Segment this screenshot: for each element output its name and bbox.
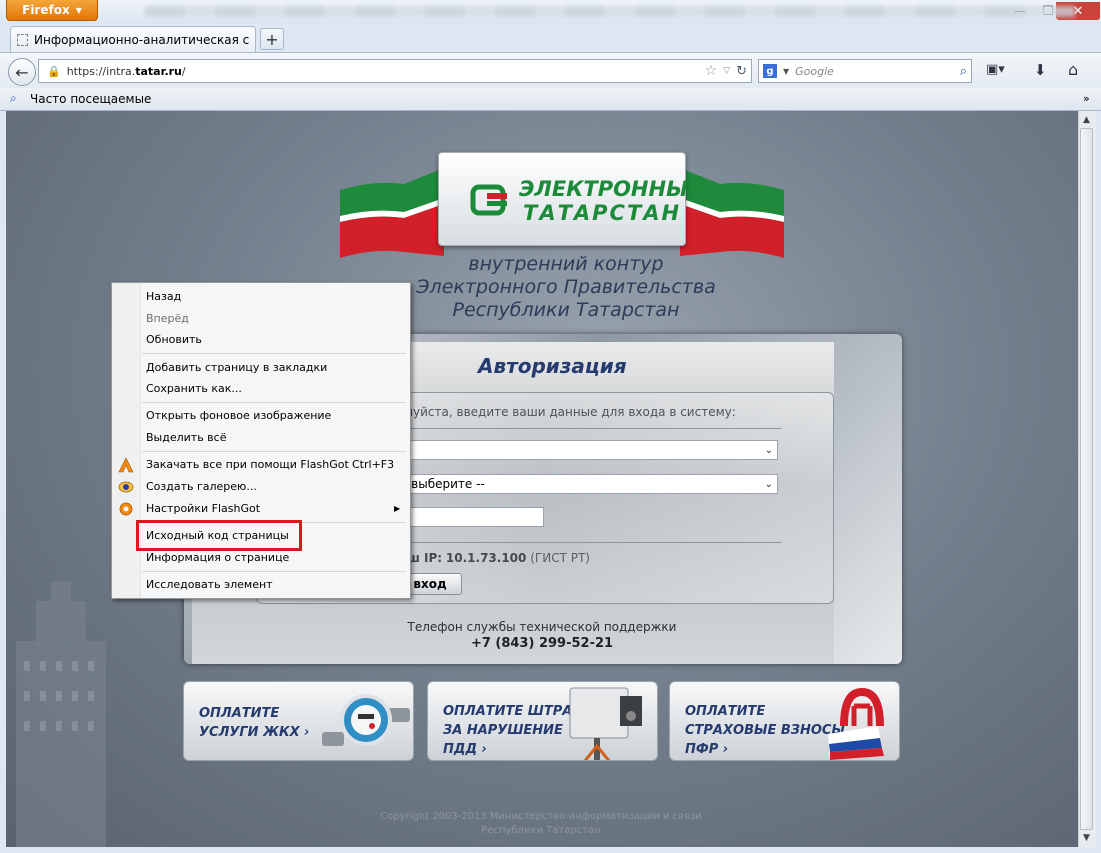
form-divider (398, 542, 782, 543)
home-icon[interactable]: ⌂ (1068, 60, 1078, 79)
menu-item-flashgot-settings[interactable]: Настройки FlashGot (146, 499, 260, 519)
service-label: УСЛУГИ ЖКХ › (199, 725, 310, 740)
water-meter-icon (322, 694, 410, 746)
search-engine-dropdown-icon[interactable]: ▼ (783, 67, 789, 76)
menu-separator (142, 571, 406, 572)
electronic-tatarstan-logo[interactable]: ЭЛЕКТРОННЫЙ ТАТАРСТАН (438, 152, 705, 246)
menu-item-forward: Вперёд (146, 312, 189, 325)
tab-active[interactable]: Информационно-аналитическая сист... (10, 26, 256, 52)
back-arrow-icon: ← (15, 62, 29, 82)
menu-item-select-all[interactable]: Выделить всё (146, 428, 226, 448)
tab-title: Информационно-аналитическая сист... (34, 32, 249, 47)
logo-text-line1: ЭЛЕКТРОННЫЙ (519, 177, 706, 201)
search-bar[interactable]: g ▼ Google ⌕ (758, 59, 972, 83)
lock-icon: 🔒 (47, 64, 61, 78)
pay-utilities-button[interactable]: ОПЛАТИТЕ УСЛУГИ ЖКХ › (183, 681, 414, 761)
logo-text-line2: ТАТАРСТАН (523, 201, 682, 225)
bookmark-folder-icon: ⌕ (10, 91, 17, 105)
form-divider (398, 428, 782, 429)
menu-item-reload[interactable]: Обновить (146, 330, 202, 350)
search-icon[interactable]: ⌕ (960, 64, 967, 79)
menu-separator (142, 353, 406, 354)
ip-address-info: аш IP: 10.1.73.100 (ГИСТ РТ) (399, 551, 590, 565)
menu-item-bookmark-page[interactable]: Добавить страницу в закладки (146, 358, 327, 378)
service-label: ОПЛАТИТЕ (199, 706, 280, 721)
support-phone: +7 (843) 299-52-21 (470, 636, 614, 651)
menu-item-flashgot-shortcut: Ctrl+F3 (352, 458, 395, 471)
tatarstan-flag-ribbon-left-icon (340, 168, 444, 258)
flashgot-icon (118, 457, 134, 473)
role-select[interactable]: - выберите -- ⌄ (398, 474, 778, 494)
pay-traffic-fines-button[interactable]: ОПЛАТИТЕ ШТРАФЫ ЗА НАРУШЕНИЕ ПДД › (427, 681, 658, 761)
menu-separator (142, 402, 406, 403)
organization-select[interactable]: ⌄ (398, 440, 778, 460)
context-menu: Назад Вперёд Обновить Добавить страницу … (111, 282, 411, 599)
menu-item-page-info[interactable]: Информация о странице (146, 548, 289, 568)
downloads-icon[interactable]: ⬇ (1034, 61, 1047, 79)
traffic-camera-icon (569, 687, 642, 760)
menu-item-create-gallery[interactable]: Создать галерею... (146, 477, 257, 497)
bookmark-star-icon[interactable]: ☆ (705, 63, 718, 79)
back-button[interactable]: ← (8, 58, 36, 86)
menu-item-back[interactable]: Назад (146, 287, 181, 307)
url-bar[interactable]: 🔒 https://intra.tatar.ru/ ☆ ▽ ↻ (38, 59, 752, 83)
google-search-engine-icon[interactable]: g (763, 64, 777, 78)
auth-title: Авторизация (478, 354, 627, 378)
pension-fund-logo-icon (828, 687, 884, 760)
role-select-value: - выберите -- (403, 477, 485, 491)
reload-icon[interactable]: ↻ (736, 64, 747, 79)
firefox-menu-label: Firefox (22, 3, 70, 17)
scrollbar-thumb[interactable] (1080, 128, 1093, 830)
building-silhouette-icon (16, 581, 106, 847)
subtitle-line1: внутренний контур (468, 253, 664, 275)
logo-mark-icon (470, 184, 507, 216)
firefox-menu-button[interactable]: Firefox ▼ (6, 0, 98, 21)
bookmarks-overflow-chevron-icon[interactable]: » (1083, 92, 1090, 105)
menu-item-inspect-element[interactable]: Исследовать элемент (146, 575, 273, 595)
menu-separator (142, 451, 406, 452)
chevron-down-icon: ⌄ (764, 478, 773, 490)
blurred-bookmarks (145, 6, 1075, 17)
new-tab-button[interactable]: + (260, 28, 284, 50)
subtitle-line2: Электронного Правительства (416, 276, 716, 298)
support-label: Телефон службы технической поддержки (407, 620, 677, 634)
flashgot-settings-icon (119, 502, 133, 516)
view-source-highlight-annotation (136, 520, 302, 551)
url-text: https://intra.tatar.ru/ (66, 64, 186, 78)
search-input[interactable]: Google (795, 65, 954, 78)
form-hint: алуйста, введите ваши данные для входа в… (398, 405, 736, 419)
menu-item-flashgot-all[interactable]: Закачать все при помощи FlashGot (146, 455, 349, 475)
tatarstan-flag-ribbon-right-icon (680, 168, 784, 258)
pay-pension-fund-button[interactable]: ОПЛАТИТЕ СТРАХОВЫЕ ВЗНОСЫ ПФР › (669, 681, 900, 761)
url-dropdown-icon[interactable]: ▽ (723, 66, 730, 76)
subtitle-line3: Республики Татарстан (452, 299, 680, 321)
chevron-down-icon: ⌄ (764, 444, 773, 456)
password-field[interactable] (398, 507, 544, 527)
chevron-down-icon: ▼ (75, 5, 82, 15)
copyright: Copyright 2003-2013 Министерство информа… (380, 811, 702, 836)
menu-item-save-as[interactable]: Сохранить как... (146, 379, 242, 399)
bookmark-most-visited[interactable]: Часто посещаемые (30, 92, 151, 106)
menu-item-open-background-image[interactable]: Открыть фоновое изображение (146, 406, 331, 426)
gallery-eye-icon (118, 481, 134, 493)
navigation-toolbar: ← 🔒 https://intra.tatar.ru/ ☆ ▽ ↻ g ▼ Go… (0, 52, 1101, 89)
scroll-up-icon[interactable]: ▲ (1080, 113, 1093, 127)
scroll-down-icon[interactable]: ▼ (1080, 831, 1093, 845)
bookmarks-menu-icon[interactable]: ▣▾ (986, 62, 1005, 77)
submenu-arrow-icon: ▶ (394, 504, 401, 513)
page-favicon-icon (17, 33, 28, 46)
bookmarks-toolbar: ⌕ Часто посещаемые (0, 88, 1101, 111)
